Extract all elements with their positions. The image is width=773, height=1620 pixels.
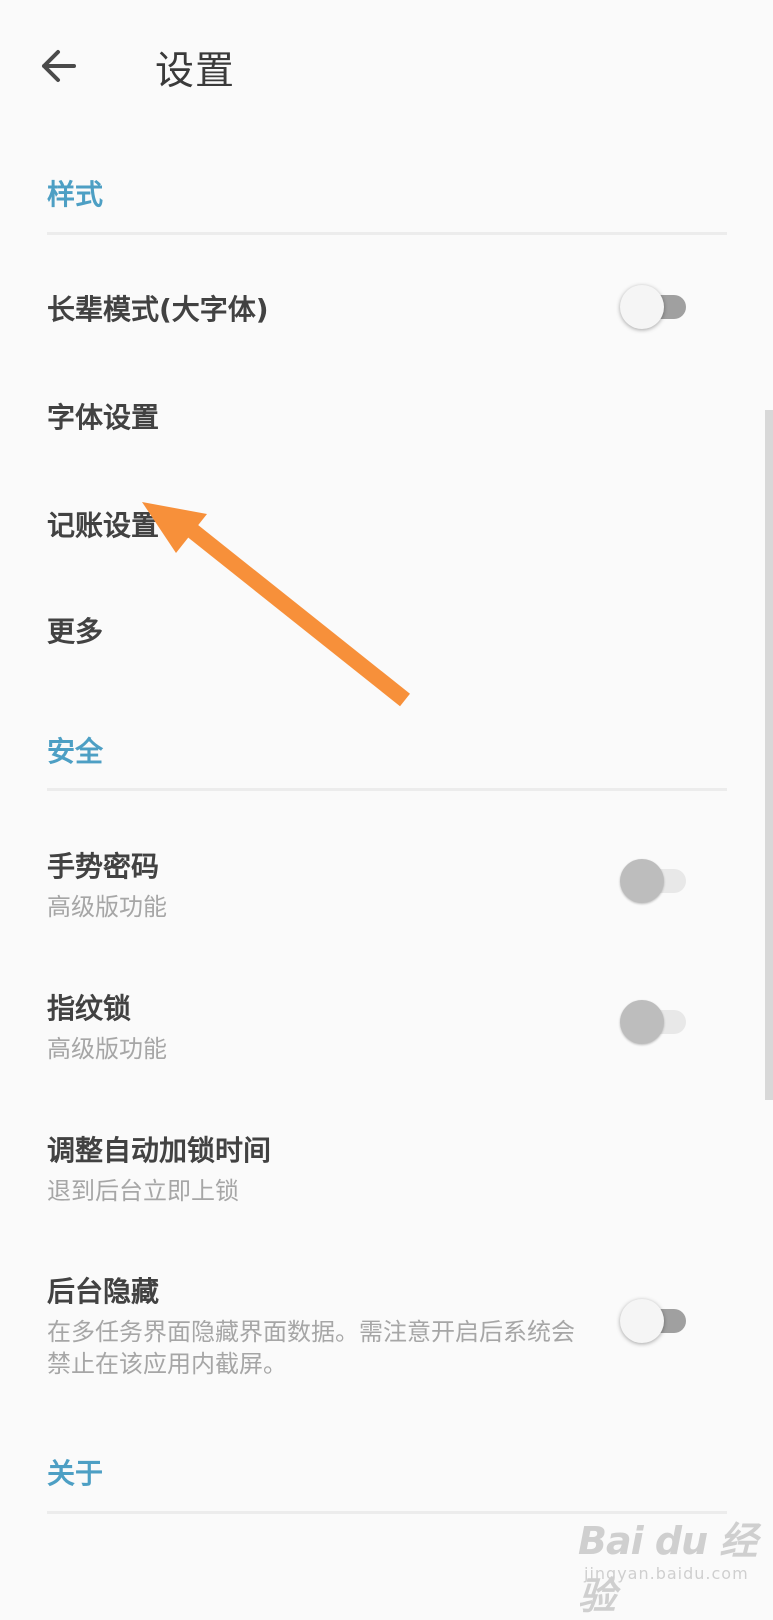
page-title: 设置 [155, 49, 236, 94]
section-header-about: 关于 [47, 1457, 104, 1490]
setting-more[interactable]: 更多 [47, 610, 727, 650]
setting-title: 记账设置 [47, 509, 160, 542]
back-button[interactable] [36, 44, 80, 88]
setting-subtitle: 退到后台立即上锁 [47, 1177, 239, 1205]
setting-title: 字体设置 [47, 401, 160, 434]
setting-subtitle: 在多任务界面隐藏界面数据。需注意开启后系统会禁止在该应用内截屏。 [47, 1318, 575, 1378]
setting-background-hide[interactable]: 后台隐藏 在多任务界面隐藏界面数据。需注意开启后系统会禁止在该应用内截屏。 [47, 1270, 587, 1380]
top-app-bar: 设置 [0, 0, 773, 130]
setting-font-settings[interactable]: 字体设置 [47, 396, 727, 436]
setting-auto-lock-time[interactable]: 调整自动加锁时间 退到后台立即上锁 [47, 1129, 727, 1207]
elder-mode-toggle[interactable] [620, 283, 690, 329]
section-divider [47, 788, 727, 791]
gesture-password-toggle[interactable] [620, 857, 690, 903]
setting-bookkeeping-settings[interactable]: 记账设置 [47, 504, 727, 544]
setting-title: 后台隐藏 [47, 1275, 160, 1308]
background-hide-toggle[interactable] [620, 1297, 690, 1343]
setting-title: 更多 [47, 615, 104, 648]
watermark: Bai du 经验 jingyan.baidu.com [578, 1490, 768, 1618]
section-divider [47, 232, 727, 235]
watermark-url: jingyan.baidu.com [584, 1564, 749, 1583]
section-header-style: 样式 [47, 178, 104, 211]
section-header-security: 安全 [47, 735, 104, 768]
setting-title: 调整自动加锁时间 [47, 1134, 272, 1167]
scrollbar[interactable] [765, 410, 773, 1100]
arrow-left-icon [42, 50, 76, 82]
fingerprint-lock-toggle[interactable] [620, 998, 690, 1044]
